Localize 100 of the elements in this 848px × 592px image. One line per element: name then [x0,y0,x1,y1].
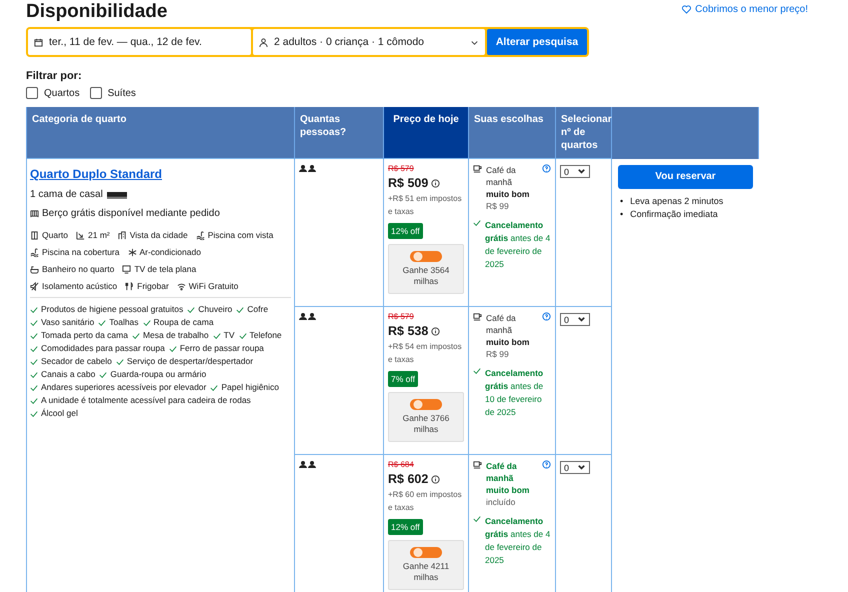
cancellation-text: Cancelamento grátis antes de 4 de fevereiro de 2025 [485,219,551,271]
original-price: R$ 579 [388,164,415,173]
column-header: Categoria de quarto [26,107,294,158]
pool-icon [196,230,205,240]
reserve-button[interactable]: Vou reservar [618,164,753,188]
check-icon [187,306,196,314]
amenity-text: Álcool gel [41,407,78,420]
quantity-select[interactable]: 0 [560,461,590,474]
check-icon [236,306,244,314]
amenity-text: Roupa de cama [154,316,214,329]
facility-text: WiFi Gratuito [188,280,238,293]
facility-text: Banheiro no quarto [42,263,114,276]
miles-logo-drawing [410,251,442,262]
facility-text: Piscina na cobertura [42,246,120,259]
guests-dropdown[interactable]: 2 adultos · 0 criança · 1 cômodo [253,29,485,55]
original-price: R$ 579 [388,312,415,321]
bullet-mark: • [620,194,624,208]
person-icon [259,38,268,46]
amenity-text: Canais a cabo [41,368,96,381]
change-search-button[interactable]: Alterar pesquisa [487,29,587,55]
building-icon [118,230,127,240]
amenity-text: A unidade é totalmente acessível para cadeira de rodas [41,394,251,407]
amenity-text: Vaso sanitário [41,316,94,329]
info-icon [431,474,440,484]
soundproof-icon [30,282,39,290]
taxes-text: +R$ 51 em impostos e taxas [388,193,463,218]
crib-text: Berço grátis disponível mediante pedido [42,208,220,219]
pool-icon [30,248,39,256]
facility-text: TV de tela plana [134,263,196,276]
cancellation-text: Cancelamento grátis antes de 10 de fevereiro de 2025 [485,367,544,419]
check-icon [238,332,247,340]
facility-text: Vista da cidade [130,229,188,242]
miles-logo-drawing [410,399,442,410]
amenity-text: Tomada perto da cama [41,329,128,342]
taxes-text: +R$ 54 em impostos e taxas [388,341,463,366]
chevron-down-icon [577,167,586,176]
check-icon [212,332,221,340]
quantity-select[interactable]: 0 [560,313,590,326]
coffee-cup-icon [473,460,482,469]
help-icon [542,312,551,321]
area-icon [76,230,85,240]
breakfast-price: R$ 99 [486,200,510,212]
chevron-down-icon [577,315,586,324]
check-icon [473,515,481,523]
room-name-link[interactable]: Quarto Duplo Standard [30,167,162,181]
section-title: Disponibilidade [26,1,168,23]
price-text: R$ 538 [388,324,428,338]
facility-text: Piscina com vista [208,229,274,242]
crib-icon [30,209,39,218]
check-icon [168,344,177,352]
price-text: R$ 602 [388,472,428,486]
filter-checkbox[interactable]: Quartos [26,87,80,99]
amenity-text: Guarda-roupa ou armário [110,368,206,381]
amenity-text: Comodidades para passar roupa [41,342,165,355]
benefit-item: Leva apenas 2 minutos [630,194,724,208]
column-header: Selecionar nº de quartos [556,107,612,158]
breakfast-text: Café da manhã muito bom [486,312,530,348]
amenity-text: Cofre [247,303,268,316]
price-text: R$ 509 [388,176,428,190]
discount-badge: 12% off [388,223,423,239]
filter-checkbox[interactable]: Suítes [90,87,136,99]
facility-text: Ar-condicionado [140,246,201,259]
breakfast-price: R$ 99 [486,348,510,360]
breakfast-text: Café da manhã muito bom [486,460,530,496]
benefit-item: Confirmação imediata [630,208,718,220]
check-icon [98,318,106,326]
cancellation-text: Cancelamento grátis antes de 4 de fevereiro de 2025 [485,515,551,567]
original-price: R$ 684 [388,460,415,469]
amenity-text: TV [224,329,235,342]
info-icon [431,326,440,336]
tv-icon [122,264,132,274]
breakfast-text: Café da manhã muito bom [486,164,530,200]
column-header: Quantas pessoas? [294,107,384,158]
bed-icon [106,190,128,199]
check-icon [473,219,481,227]
price-match-link[interactable]: Cobrimos o menor preço! [682,3,808,16]
bed-text: 1 cama de casal [30,189,103,200]
amenity-text: Andares superiores acessíveis por elevador [41,381,206,394]
two-people-icon [299,461,316,468]
column-header: Preço de hoje [384,107,468,158]
taxes-text: +R$ 60 em impostos e taxas [388,489,463,514]
miles-card: Ganhe 3766 milhas [388,392,464,442]
column-header: Suas escolhas [468,107,556,158]
help-icon [542,164,551,173]
discount-badge: 7% off [388,371,418,387]
filter-label: Filtrar por: [26,70,83,82]
facility-text: 21 m² [88,229,110,242]
help-icon [542,460,551,469]
miles-card: Ganhe 3564 milhas [388,244,464,294]
coffee-cup-icon [473,312,482,321]
date-field[interactable]: ter., 11 de fev. — qua., 12 de fev. [28,29,251,55]
bathtub-icon [30,264,39,274]
discount-badge: 12% off [388,519,423,535]
facility-text: Frigobar [137,280,169,293]
amenity-text: Telefone [250,329,282,342]
check-icon [473,367,481,375]
info-icon [431,178,440,188]
breakfast-price: incluído [486,496,516,508]
quantity-select[interactable]: 0 [560,165,590,178]
two-people-icon [299,313,316,320]
